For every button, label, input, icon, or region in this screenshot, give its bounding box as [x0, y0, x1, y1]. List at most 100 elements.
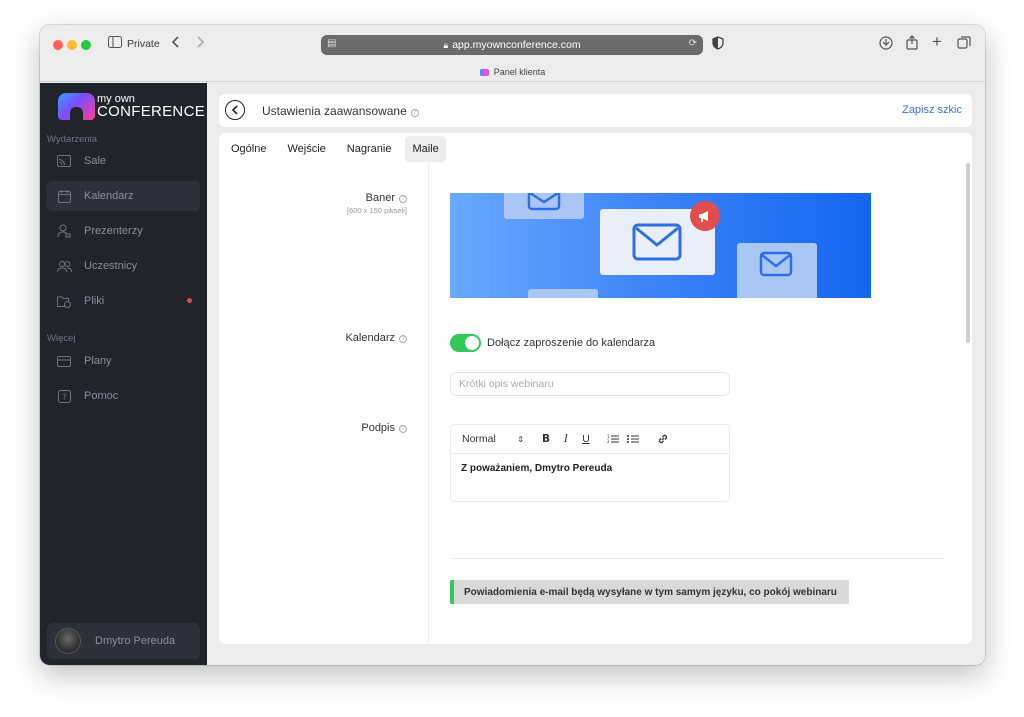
tab-ogolne[interactable]: Ogólne	[224, 136, 273, 162]
app-sidebar: my own CONFERENCE Wydarzenia Sale Kalend…	[40, 83, 207, 665]
tab-wejscie[interactable]: Wejście	[280, 136, 332, 162]
close-window-button[interactable]	[53, 40, 63, 50]
sidebar-item-label: Pomoc	[84, 390, 119, 402]
column-divider	[428, 163, 429, 644]
new-tab-icon[interactable]: +	[932, 33, 942, 50]
banner-size-hint: [600 x 150 pikseli]	[346, 206, 407, 215]
lock-icon: 🔒︎	[443, 39, 449, 50]
calendar-icon	[56, 188, 72, 204]
language-notice-text: Powiadomienia e-mail będą wysyłane w tym…	[464, 586, 837, 598]
megaphone-icon	[690, 201, 720, 231]
section-title-more: Więcej	[47, 333, 76, 344]
zoom-window-button[interactable]	[81, 40, 91, 50]
language-notice: Powiadomienia e-mail będą wysyłane w tym…	[450, 580, 849, 604]
envelope-icon	[632, 223, 682, 261]
link-icon[interactable]	[656, 431, 670, 447]
envelope-icon	[527, 193, 561, 211]
sidebar-item-label: Pliki	[84, 295, 105, 307]
back-arrow-icon[interactable]	[171, 35, 181, 53]
forward-arrow-icon[interactable]	[195, 35, 205, 53]
help-icon[interactable]: ?	[410, 109, 419, 117]
tab-maile[interactable]: Maile	[405, 136, 446, 162]
sidebar-item-uczestnicy[interactable]: Uczestnicy	[47, 251, 200, 281]
sidebar-toggle-icon[interactable]	[108, 36, 122, 52]
sidebar-item-pliki[interactable]: Pliki	[47, 286, 200, 316]
help-icon[interactable]: ?	[399, 335, 407, 343]
bold-icon[interactable]: B	[540, 431, 552, 447]
select-arrows-icon: ⇕	[517, 434, 524, 444]
chevron-left-icon	[231, 105, 238, 115]
format-select[interactable]: Normal ⇕	[462, 431, 524, 447]
vertical-scrollbar[interactable]	[966, 163, 970, 343]
sidebar-item-sale[interactable]: Sale	[47, 146, 200, 176]
cast-icon	[56, 153, 72, 169]
sidebar-item-plany[interactable]: Plany	[47, 346, 200, 376]
user-profile[interactable]: Dmytro Pereuda	[47, 623, 200, 659]
help-icon: ?	[56, 388, 72, 404]
signature-label: Podpis?	[361, 422, 407, 434]
sidebar-item-label: Plany	[84, 355, 112, 367]
main-content: Ustawienia zaawansowane? Zapisz szkic Og…	[207, 83, 985, 665]
editor-toolbar: Normal ⇕ B I U 12	[451, 425, 729, 454]
calendar-invite-label: Dołącz zaproszenie do kalendarza	[487, 337, 656, 349]
envelope-icon	[759, 251, 793, 277]
help-icon[interactable]: ?	[399, 195, 407, 203]
tab-title: Panel klienta	[493, 67, 546, 77]
active-tab[interactable]: Panel klienta	[40, 67, 985, 77]
section-divider	[450, 558, 945, 559]
short-description-input[interactable]: Krótki opis webinaru	[450, 372, 730, 396]
url-text: app.myownconference.com	[452, 39, 581, 51]
sidebar-item-prezenterzy[interactable]: Prezenterzy	[47, 216, 200, 246]
share-icon[interactable]	[906, 35, 918, 54]
page-header: Ustawienia zaawansowane? Zapisz szkic	[219, 94, 972, 127]
tab-overview-icon[interactable]	[957, 36, 971, 54]
underline-icon[interactable]: U	[580, 431, 592, 447]
bubble-shape	[528, 289, 598, 298]
ordered-list-icon[interactable]: 12	[606, 431, 620, 447]
sidebar-item-label: Sale	[84, 155, 107, 167]
sidebar-item-label: Uczestnicy	[84, 260, 138, 272]
card-icon	[56, 353, 72, 369]
save-draft-button[interactable]: Zapisz szkic	[902, 104, 962, 116]
tab-nagranie[interactable]: Nagranie	[340, 136, 399, 162]
favicon-icon	[479, 69, 489, 76]
sidebar-item-pomoc[interactable]: ? Pomoc	[47, 381, 200, 411]
svg-text:?: ?	[62, 393, 67, 403]
help-icon[interactable]: ?	[399, 425, 407, 433]
reload-icon[interactable]: ⟳	[689, 38, 697, 49]
italic-icon[interactable]: I	[560, 431, 572, 447]
section-title-events: Wydarzenia	[47, 134, 98, 145]
sidebar-item-label: Kalendarz	[84, 190, 134, 202]
presenter-icon	[56, 223, 72, 239]
address-bar[interactable]: ▤ 🔒︎ app.myownconference.com ⟳	[321, 35, 703, 55]
calendar-label: Kalendarz?	[345, 332, 407, 344]
user-name: Dmytro Pereuda	[95, 635, 176, 647]
back-button[interactable]	[225, 100, 245, 120]
private-label: Private	[127, 38, 160, 50]
minimize-window-button[interactable]	[67, 40, 77, 50]
brand-logo[interactable]: my own CONFERENCE	[58, 93, 208, 123]
download-icon[interactable]	[879, 36, 893, 54]
settings-tabs: Ogólne Wejście Nagranie Maile	[224, 136, 453, 162]
email-banner-image[interactable]	[450, 193, 871, 298]
bullet-list-icon[interactable]	[626, 431, 640, 447]
signature-text[interactable]: Z poważaniem, Dmytro Pereuda	[451, 454, 729, 483]
calendar-invite-toggle[interactable]	[450, 334, 481, 352]
short-description-placeholder: Krótki opis webinaru	[459, 378, 554, 390]
page-menu-icon[interactable]: ▤	[327, 38, 336, 49]
logo-mark-icon	[58, 93, 95, 120]
files-icon	[56, 293, 72, 309]
svg-text:2: 2	[607, 439, 610, 444]
browser-window: Private ▤ 🔒︎ app.myownconference.com ⟳ +…	[40, 25, 985, 665]
browser-toolbar: Private ▤ 🔒︎ app.myownconference.com ⟳ +…	[40, 25, 985, 82]
banner-label: Baner?	[366, 192, 407, 204]
participants-icon	[56, 258, 72, 274]
signature-editor[interactable]: Normal ⇕ B I U 12 Z poważaniem, Dmytro P…	[450, 424, 730, 502]
sidebar-item-kalendarz[interactable]: Kalendarz	[47, 181, 200, 211]
notification-dot	[187, 298, 192, 303]
settings-card: Ogólne Wejście Nagranie Maile Baner? [60…	[219, 133, 972, 644]
logo-text-big: CONFERENCE	[97, 103, 206, 120]
privacy-shield-icon[interactable]	[712, 36, 724, 54]
page-title: Ustawienia zaawansowane?	[262, 104, 419, 118]
avatar	[55, 628, 81, 654]
